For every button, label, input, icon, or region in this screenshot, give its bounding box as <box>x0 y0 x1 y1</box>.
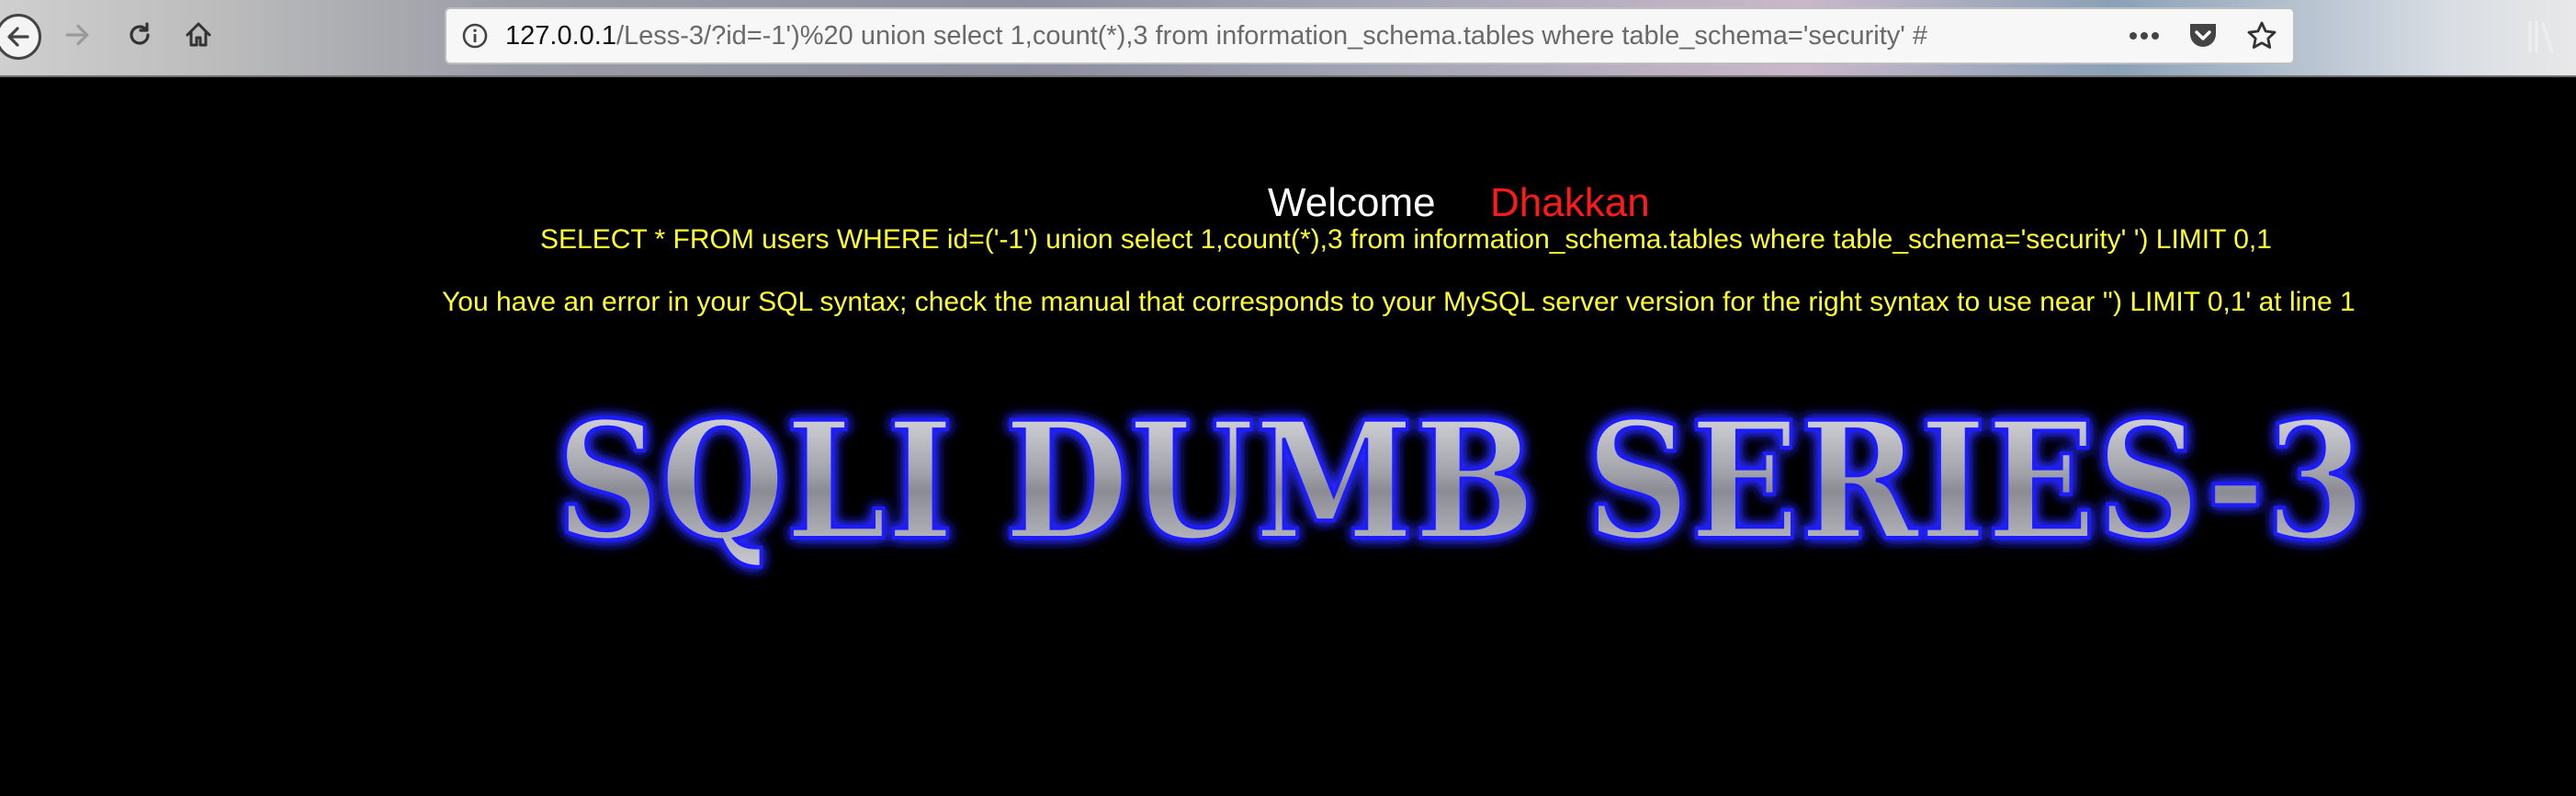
forward-icon <box>63 21 91 53</box>
url-actions <box>2126 17 2280 55</box>
sql-query-text: SELECT * FROM users WHERE id=('-1') unio… <box>540 224 2272 255</box>
back-button[interactable] <box>0 11 44 63</box>
title-banner: SQLI DUMB SERIES-3 <box>554 395 2367 578</box>
library-icon[interactable] <box>2525 17 2561 57</box>
home-icon <box>183 19 214 55</box>
url-host: 127.0.0.1 <box>505 21 616 51</box>
reload-button[interactable] <box>114 11 165 63</box>
info-icon[interactable] <box>461 22 489 50</box>
forward-button[interactable] <box>51 11 103 63</box>
pocket-icon[interactable] <box>2185 17 2221 54</box>
welcome-text: Welcome <box>1268 180 1436 225</box>
browser-toolbar: 127.0.0.1/Less-3/?id=-1')%20 union selec… <box>0 0 2576 77</box>
address-bar[interactable]: 127.0.0.1/Less-3/?id=-1')%20 union selec… <box>445 7 2295 64</box>
username-text: Dhakkan <box>1490 180 1650 225</box>
url-text[interactable]: 127.0.0.1/Less-3/?id=-1')%20 union selec… <box>505 9 1927 63</box>
reload-icon <box>125 20 154 54</box>
more-actions-icon[interactable] <box>2126 17 2163 54</box>
banner-text: SQLI DUMB SERIES-3 <box>556 395 2366 576</box>
url-path: /Less-3/?id=-1')%20 union select 1,count… <box>616 21 1928 51</box>
bookmark-star-icon[interactable] <box>2243 17 2280 54</box>
sql-error-text: You have an error in your SQL syntax; ch… <box>442 287 2356 317</box>
back-icon <box>0 14 41 60</box>
home-button[interactable] <box>173 11 224 63</box>
